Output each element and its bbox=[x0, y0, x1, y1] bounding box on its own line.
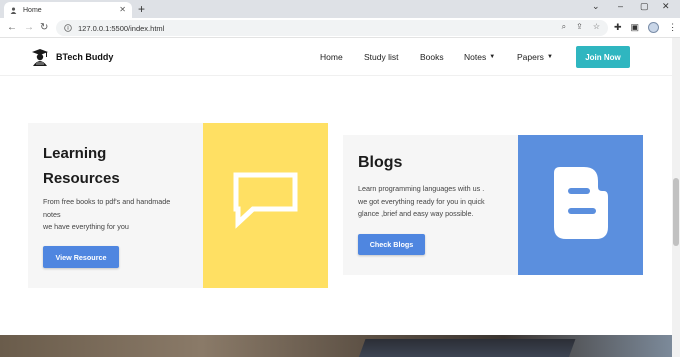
blogger-icon bbox=[554, 167, 608, 239]
extensions-icon[interactable]: ✚ bbox=[614, 22, 622, 33]
resources-text-line3: we have everything for you bbox=[43, 222, 129, 231]
nav-notes-label: Notes bbox=[464, 52, 487, 62]
laptop-screen-image bbox=[354, 339, 576, 357]
side-panel-icon[interactable]: ▣ bbox=[631, 22, 640, 33]
blogs-card-title: Blogs bbox=[358, 154, 403, 171]
hero-image-strip bbox=[0, 335, 672, 357]
site-info-icon[interactable] bbox=[64, 24, 72, 32]
speech-bubble-icon bbox=[233, 172, 298, 229]
view-resource-button[interactable]: View Resource bbox=[43, 246, 119, 268]
bookmark-star-icon[interactable]: ☆ bbox=[593, 22, 600, 32]
address-bar[interactable]: 127.0.0.1:5500/index.html ⌕ ⇪ ☆ bbox=[56, 20, 608, 36]
share-icon[interactable]: ⇪ bbox=[576, 22, 583, 32]
browser-toolbar: ← → ↻ 127.0.0.1:5500/index.html ⌕ ⇪ ☆ ✚ … bbox=[0, 18, 680, 38]
nav-papers-label: Papers bbox=[517, 52, 544, 62]
nav-home[interactable]: Home bbox=[320, 52, 343, 62]
resources-title-line2: Resources bbox=[43, 170, 120, 187]
tab-title: Home bbox=[23, 6, 42, 14]
resources-text-line1: From free books to pdf's and handmade bbox=[43, 197, 171, 206]
graduate-logo-icon bbox=[32, 49, 48, 66]
nav-papers-dropdown[interactable]: Papers ▼ bbox=[517, 52, 553, 62]
nav-notes-dropdown[interactable]: Notes ▼ bbox=[464, 52, 495, 62]
caret-down-icon: ▼ bbox=[546, 54, 553, 60]
brand-link[interactable]: BTech Buddy bbox=[30, 47, 113, 67]
person-icon bbox=[10, 7, 17, 14]
blogs-text-line3: glance ,brief and easy way possible. bbox=[358, 209, 474, 218]
check-blogs-button[interactable]: Check Blogs bbox=[358, 234, 425, 255]
browser-tab[interactable]: Home ✕ bbox=[4, 2, 132, 18]
menu-dots-icon[interactable]: ⋮ bbox=[668, 22, 677, 33]
caret-down-icon: ▼ bbox=[489, 54, 496, 60]
resources-card-text: From free books to pdf's and handmade no… bbox=[43, 196, 198, 234]
zoom-icon[interactable]: ⌕ bbox=[562, 22, 566, 32]
back-icon[interactable]: ← bbox=[7, 21, 17, 35]
minimize-icon[interactable]: – bbox=[618, 1, 623, 11]
blogs-text-line2: we got everything ready for you in quick bbox=[358, 196, 485, 206]
nav-study-list[interactable]: Study list bbox=[364, 52, 399, 62]
site-navbar: BTech Buddy Home Study list Books Notes … bbox=[0, 38, 672, 76]
nav-books[interactable]: Books bbox=[420, 52, 444, 62]
new-tab-icon[interactable]: + bbox=[138, 2, 145, 16]
close-window-icon[interactable]: ✕ bbox=[662, 1, 670, 12]
blogs-text-line1: Learn programming languages with us . bbox=[358, 184, 485, 193]
join-now-button[interactable]: Join Now bbox=[576, 46, 630, 68]
profile-avatar[interactable] bbox=[648, 22, 660, 33]
blogs-card-image bbox=[518, 135, 643, 275]
blogs-card-text: Learn programming languages with us . we… bbox=[358, 183, 513, 221]
brand-name: BTech Buddy bbox=[56, 52, 114, 62]
address-text: 127.0.0.1:5500/index.html bbox=[78, 23, 165, 33]
browser-tab-bar: Home ✕ + ⌄ – ▢ ✕ bbox=[0, 0, 680, 18]
resources-title-line1: Learning bbox=[43, 145, 107, 162]
maximize-icon[interactable]: ▢ bbox=[640, 1, 649, 12]
resources-text-line2: notes bbox=[43, 209, 61, 219]
resources-card-title: Learning Resources bbox=[43, 141, 120, 191]
reload-icon[interactable]: ↻ bbox=[40, 21, 48, 35]
resources-card-image bbox=[203, 123, 328, 288]
page-scrollbar-thumb[interactable] bbox=[673, 178, 679, 246]
close-tab-icon[interactable]: ✕ bbox=[119, 5, 126, 14]
tab-search-icon[interactable]: ⌄ bbox=[592, 1, 600, 12]
forward-icon[interactable]: → bbox=[24, 21, 34, 35]
